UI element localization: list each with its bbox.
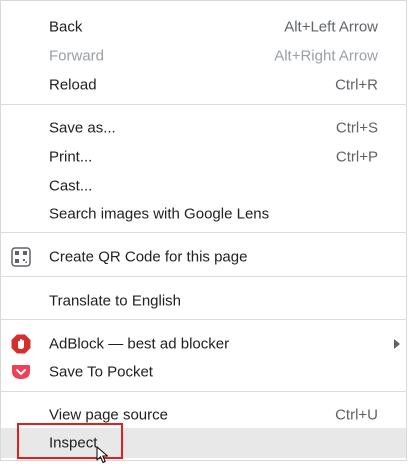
menu-item-label: Reload (49, 76, 97, 93)
menu-item-print[interactable]: Print... Ctrl+P (1, 142, 406, 171)
menu-item-label: AdBlock — best ad blocker (49, 335, 230, 352)
menu-separator (1, 104, 406, 105)
menu-item-shortcut: Ctrl+U (335, 406, 378, 423)
menu-item-shortcut: Alt+Right Arrow (274, 47, 378, 64)
menu-item-search-images-google-lens[interactable]: Search images with Google Lens (1, 199, 406, 228)
pocket-icon (11, 362, 31, 382)
menu-item-forward[interactable]: Forward Alt+Right Arrow (1, 41, 406, 70)
menu-item-view-page-source[interactable]: View page source Ctrl+U (1, 400, 406, 429)
qr-code-icon (11, 246, 31, 267)
menu-separator (1, 232, 406, 233)
menu-item-label: Cast... (49, 177, 93, 194)
context-menu: Back Alt+Left Arrow Forward Alt+Right Ar… (0, 0, 407, 461)
menu-item-label: Print... (49, 148, 93, 165)
menu-item-shortcut: Ctrl+S (335, 119, 378, 136)
menu-item-adblock[interactable]: AdBlock — best ad blocker (1, 329, 406, 358)
menu-item-save-to-pocket[interactable]: Save To Pocket (1, 357, 406, 386)
submenu-arrow-icon (394, 338, 400, 349)
menu-item-shortcut: Alt+Left Arrow (284, 18, 378, 35)
menu-item-create-qr-code[interactable]: Create QR Code for this page (1, 242, 406, 271)
menu-item-label: Save as... (49, 119, 116, 136)
menu-item-label: Create QR Code for this page (49, 248, 248, 265)
mouse-cursor-icon (96, 446, 108, 463)
menu-separator (1, 276, 406, 277)
menu-item-translate[interactable]: Translate to English (1, 286, 406, 315)
menu-item-save-as[interactable]: Save as... Ctrl+S (1, 113, 406, 142)
menu-item-label: View page source (49, 406, 168, 423)
menu-item-label: Back (49, 18, 83, 35)
menu-item-label: Search images with Google Lens (49, 205, 270, 222)
menu-item-label: Forward (49, 47, 105, 64)
adblock-hand-icon (11, 334, 31, 354)
menu-item-label: Save To Pocket (49, 363, 153, 380)
menu-separator (1, 391, 406, 392)
menu-item-label: Inspect (49, 434, 98, 452)
menu-item-reload[interactable]: Reload Ctrl+R (1, 70, 406, 99)
menu-item-shortcut: Ctrl+P (335, 148, 378, 165)
menu-item-label: Translate to English (49, 292, 182, 309)
menu-item-inspect[interactable]: Inspect (1, 428, 406, 458)
menu-item-shortcut: Ctrl+R (335, 76, 378, 93)
menu-item-back[interactable]: Back Alt+Left Arrow (1, 12, 406, 41)
menu-separator (1, 319, 406, 320)
menu-item-cast[interactable]: Cast... (1, 171, 406, 200)
